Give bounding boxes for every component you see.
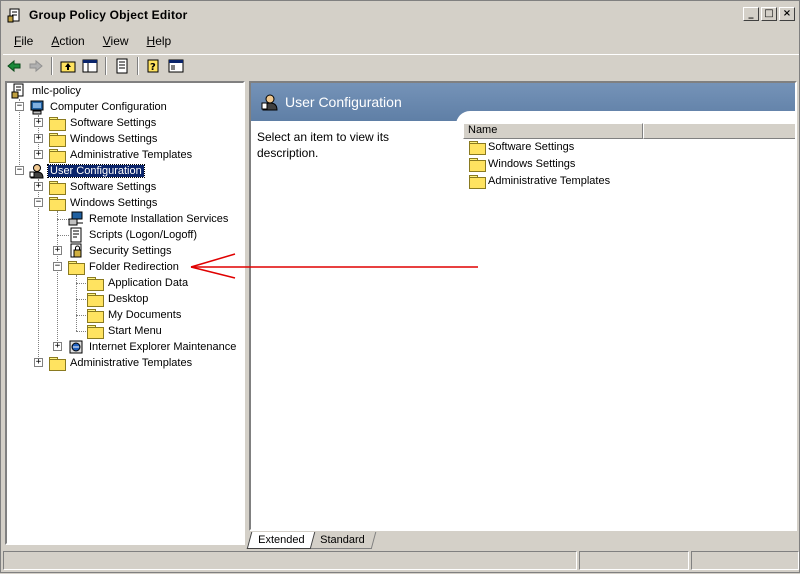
annotation-arrow-icon xyxy=(190,253,478,279)
main-window: Group Policy Object Editor _ □ × File Ac… xyxy=(0,0,800,573)
tab-extended[interactable]: Extended xyxy=(246,532,316,549)
